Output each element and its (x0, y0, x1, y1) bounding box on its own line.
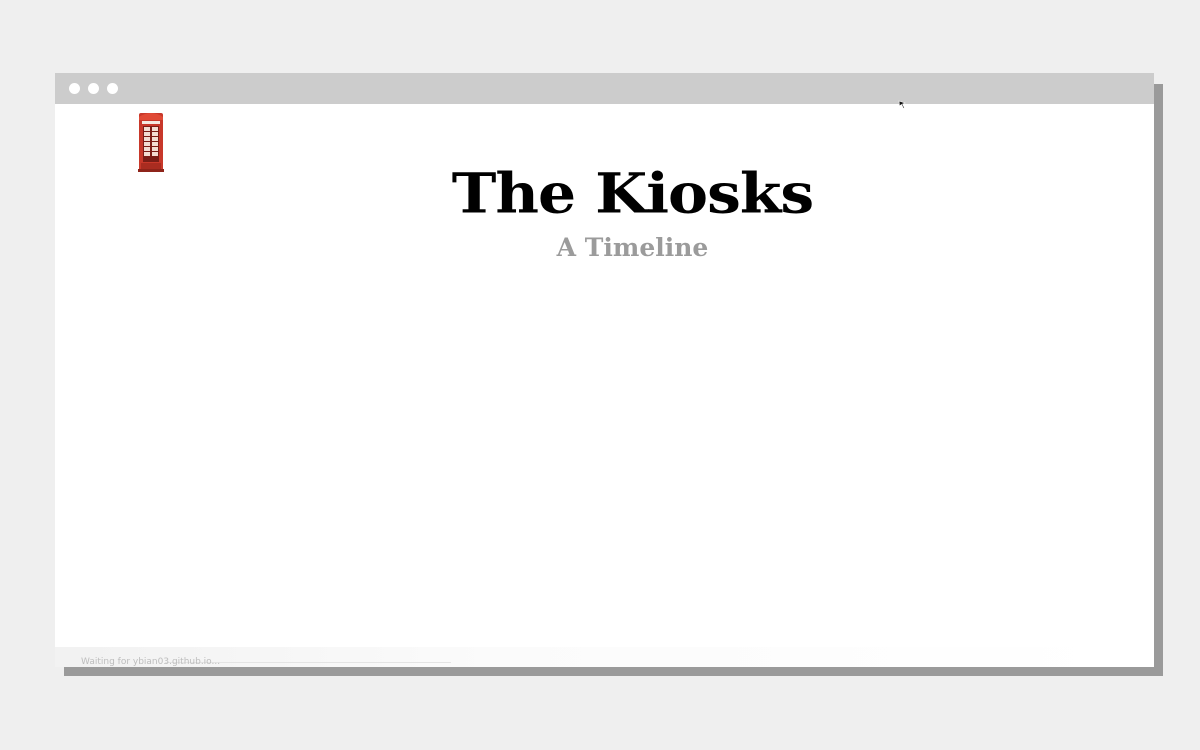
maximize-dot[interactable] (107, 83, 118, 94)
close-dot[interactable] (69, 83, 80, 94)
page-title: The Kiosks (451, 161, 814, 227)
mouse-cursor-icon (898, 100, 906, 109)
status-text: Waiting for ybian03.github.io... (81, 657, 221, 667)
minimize-dot[interactable] (88, 83, 99, 94)
page-subtitle: A Timeline (556, 233, 709, 262)
browser-window: The Kiosks A Timeline Waiting for ybian0… (55, 73, 1154, 667)
window-titlebar[interactable] (55, 73, 1154, 104)
